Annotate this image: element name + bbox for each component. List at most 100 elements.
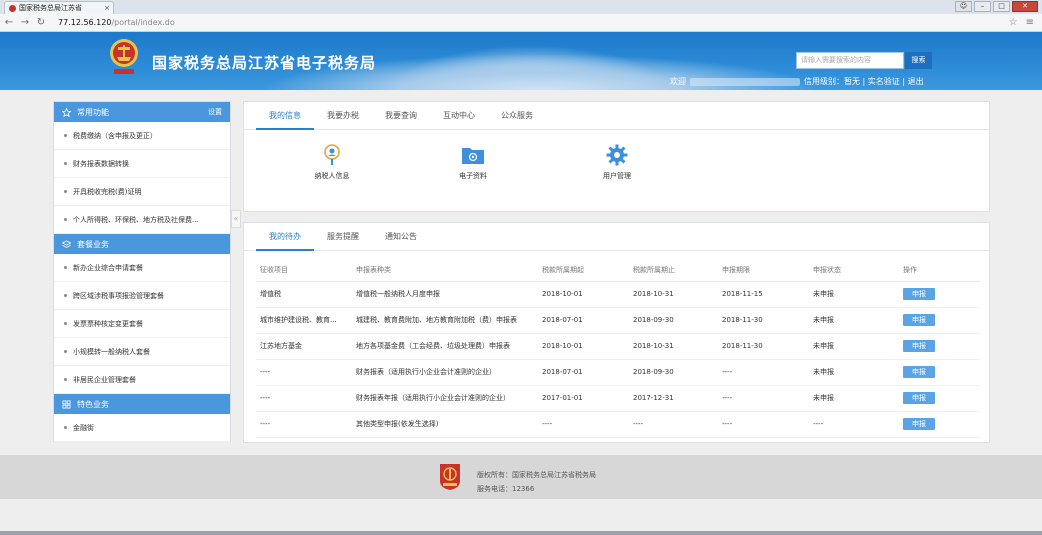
sidebar-item-label: 财务报表数据转换 (73, 159, 129, 168)
table-cell: ---- (538, 411, 629, 438)
sidebar-item-label: 小规模转一般纳税人套餐 (73, 347, 150, 356)
table-cell: 2018-09-30 (629, 307, 718, 334)
tab-notices[interactable]: 通知公告 (372, 223, 430, 250)
window-close-button[interactable]: ✕ (1012, 1, 1038, 12)
sidebar-section-featured[interactable]: 特色业务 (54, 394, 230, 414)
tab-my-info[interactable]: 我的信息 (256, 102, 314, 130)
table-cell: 财务报表年报（适用执行小企业会计准则的企业） (352, 385, 538, 412)
column-header: 申报表种类 (352, 259, 538, 282)
table-cell: 申报 (899, 333, 980, 360)
redacted-username (690, 77, 800, 86)
declare-button[interactable]: 申报 (903, 288, 935, 300)
todo-panel: 我的待办 服务提醒 通知公告 征收项目 申报表种类 税款所属期起 税款所属期止 … (243, 222, 990, 443)
my-info-panel: 我的信息 我要办税 我要查询 互动中心 公众服务 纳税人信息 电子资料 用户管理 (243, 101, 990, 212)
browser-tab[interactable]: 国家税务总局江苏省 × (4, 1, 114, 14)
star-icon (62, 107, 71, 117)
sidebar-item-label: 开具税收完税(费)证明 (73, 187, 142, 196)
search-input[interactable]: 请输入需要搜索的内容 (796, 52, 904, 69)
profile-icon[interactable]: ☺ (955, 1, 972, 12)
table-cell: ---- (256, 385, 352, 412)
bullet-icon (64, 162, 67, 165)
forward-icon[interactable]: → (20, 17, 30, 28)
gear-icon (606, 144, 628, 166)
tab-close-icon[interactable]: × (104, 4, 110, 12)
table-cell: 申报 (899, 385, 980, 412)
table-cell: 增值税一般纳税人月度申报 (352, 281, 538, 308)
table-cell: ---- (256, 411, 352, 438)
table-cell: 2018-09-30 (629, 359, 718, 386)
column-header: 申报期限 (718, 259, 809, 282)
tab-my-todo[interactable]: 我的待办 (256, 223, 314, 251)
table-cell: ---- (718, 411, 809, 438)
tab-tax-handling[interactable]: 我要办税 (314, 102, 372, 129)
bullet-icon (64, 218, 67, 221)
bullet-icon (64, 266, 67, 269)
e-documents-tile[interactable]: 电子资料 (433, 144, 513, 181)
sidebar-section-packages[interactable]: 套餐业务 (54, 234, 230, 254)
sidebar-item[interactable]: 开具税收完税(费)证明 (54, 178, 230, 206)
folder-icon (462, 148, 484, 164)
layers-icon (62, 239, 71, 248)
footer-copyright: 版权所有：国家税务总局江苏省税务局 (477, 471, 596, 479)
sidebar-item[interactable]: 小规模转一般纳税人套餐 (54, 338, 230, 366)
minimize-button[interactable]: – (974, 1, 991, 12)
sidebar-item[interactable]: 财务报表数据转换 (54, 150, 230, 178)
bullet-icon (64, 134, 67, 137)
welcome-label: 欢迎 (670, 77, 686, 86)
todo-tabs: 我的待办 服务提醒 通知公告 (244, 223, 989, 251)
tab-service-reminder[interactable]: 服务提醒 (314, 223, 372, 250)
logout-link[interactable]: 退出 (908, 77, 924, 86)
declare-button[interactable]: 申报 (903, 418, 935, 430)
search-button[interactable]: 搜索 (905, 52, 932, 69)
column-header: 税款所属期起 (538, 259, 629, 282)
table-cell: 其他类型申报(依发生选择) (352, 411, 538, 438)
tab-interaction[interactable]: 互动中心 (430, 102, 488, 129)
sidebar-item[interactable]: 金融街 (54, 414, 230, 442)
maximize-button[interactable]: □ (993, 1, 1010, 12)
table-cell: ---- (809, 411, 899, 438)
sidebar-item[interactable]: 税费缴纳（含申报及更正） (54, 122, 230, 150)
table-cell: 申报 (899, 359, 980, 386)
settings-link[interactable]: 设置 (208, 107, 222, 117)
sidebar-collapse-button[interactable]: « (231, 210, 241, 228)
sidebar-item-label: 金融街 (73, 423, 94, 432)
table-row: 城市维护建设税、教育... 城建税、教育费附加、地方教育附加税（费）申报表 20… (256, 307, 980, 334)
url-field[interactable]: 77.12.56.120/portal/index.do (58, 18, 175, 27)
table-cell: 江苏地方基金 (256, 333, 352, 360)
bookmark-star-icon[interactable]: ☆ (1009, 17, 1018, 28)
tab-public-service[interactable]: 公众服务 (488, 102, 546, 129)
table-cell: ---- (256, 359, 352, 386)
tab-query[interactable]: 我要查询 (372, 102, 430, 129)
taxpayer-info-tile[interactable]: 纳税人信息 (292, 144, 372, 181)
declare-button[interactable]: 申报 (903, 366, 935, 378)
table-cell: 未申报 (809, 385, 899, 412)
sidebar-item[interactable]: 跨区域涉税事项报验管理套餐 (54, 282, 230, 310)
table-cell: 2018-10-01 (538, 333, 629, 360)
table-cell: 未申报 (809, 281, 899, 308)
sidebar-item-label: 税费缴纳（含申报及更正） (73, 131, 157, 140)
sidebar-item[interactable]: 发票票种核定变更套餐 (54, 310, 230, 338)
tile-label: 纳税人信息 (314, 172, 350, 180)
tile-label: 用户管理 (603, 172, 631, 180)
user-management-tile[interactable]: 用户管理 (577, 144, 657, 181)
declare-button[interactable]: 申报 (903, 392, 935, 404)
declare-button[interactable]: 申报 (903, 314, 935, 326)
table-cell: 增值税 (256, 281, 352, 308)
sidebar-section-common[interactable]: 常用功能 设置 (54, 102, 230, 122)
reload-icon[interactable]: ↻ (36, 17, 46, 28)
info-tabs: 我的信息 我要办税 我要查询 互动中心 公众服务 (244, 102, 989, 130)
real-name-verify-link[interactable]: 实名验证 (868, 77, 900, 86)
table-row: ---- 财务报表（适用执行小企业会计准则的企业） 2018-07-01 201… (256, 359, 980, 386)
column-header: 征收项目 (256, 259, 352, 282)
sidebar-item[interactable]: 非居民企业管理套餐 (54, 366, 230, 394)
menu-icon[interactable]: ≡ (1026, 17, 1034, 28)
grid-icon (62, 399, 71, 409)
table-cell: 2018-10-31 (629, 333, 718, 360)
column-header: 操作 (899, 259, 980, 282)
back-icon[interactable]: ← (4, 17, 14, 28)
sidebar-item[interactable]: 个人所得税、环保税、地方税及社保费... (54, 206, 230, 234)
sidebar-item[interactable]: 新办企业综合申请套餐 (54, 254, 230, 282)
sidebar-section-title: 常用功能 (77, 107, 109, 117)
page-footer: 版权所有：国家税务总局江苏省税务局 服务电话：12366 (0, 455, 1042, 499)
declare-button[interactable]: 申报 (903, 340, 935, 352)
